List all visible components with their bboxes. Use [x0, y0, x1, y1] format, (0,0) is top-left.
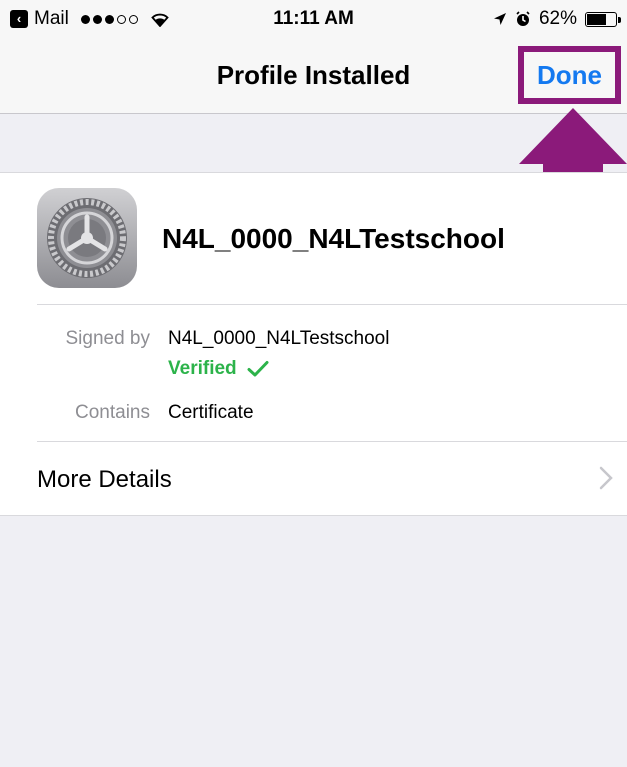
- battery-percent: 62%: [538, 8, 577, 29]
- verified-label: Verified: [168, 358, 237, 379]
- signed-by-value: N4L_0000_N4LTestschool: [168, 328, 390, 349]
- more-details-label: More Details: [37, 466, 172, 493]
- verified-status: Verified: [168, 358, 269, 380]
- gear-icon: [47, 198, 127, 278]
- profile-card: N4L_0000_N4LTestschool Signed by N4L_000…: [0, 172, 627, 516]
- battery-fill: [587, 13, 606, 25]
- alarm-clock-icon: [516, 11, 530, 26]
- nav-bar: Profile Installed Done: [0, 40, 627, 114]
- more-details-row[interactable]: More Details: [0, 442, 627, 515]
- status-bar: ‹ Mail 11:11 AM 62%: [0, 0, 627, 40]
- settings-gear-icon: [37, 188, 137, 288]
- checkmark-icon: [247, 361, 269, 377]
- done-button[interactable]: Done: [518, 46, 621, 104]
- profile-header: N4L_0000_N4LTestschool: [0, 173, 627, 305]
- status-right: 62%: [493, 8, 621, 30]
- profile-name: N4L_0000_N4LTestschool: [162, 223, 505, 254]
- chevron-right-icon: [599, 466, 613, 490]
- divider: [37, 304, 627, 305]
- screen: ‹ Mail 11:11 AM 62% Profile Installed Do…: [0, 0, 627, 767]
- contains-value: Certificate: [168, 402, 254, 423]
- signed-by-label: Signed by: [65, 328, 150, 349]
- location-arrow-icon: [493, 13, 506, 25]
- battery-icon: [585, 11, 621, 27]
- contains-label: Contains: [75, 402, 150, 423]
